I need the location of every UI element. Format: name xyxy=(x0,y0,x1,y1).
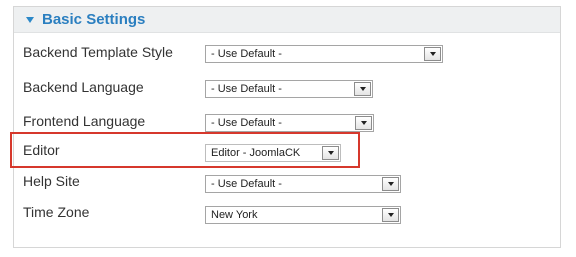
editor-select[interactable]: Editor - JoomlaCK xyxy=(205,144,341,162)
section-title: Basic Settings xyxy=(42,11,146,28)
select-value: - Use Default - xyxy=(211,117,282,129)
backend-template-style-select[interactable]: - Use Default - xyxy=(205,45,443,63)
select-value: - Use Default - xyxy=(211,48,282,60)
chevron-down-icon[interactable] xyxy=(355,116,372,130)
select-value: Editor - JoomlaCK xyxy=(211,147,301,159)
frontend-language-select[interactable]: - Use Default - xyxy=(205,114,374,132)
backend-language-select[interactable]: - Use Default - xyxy=(205,80,373,98)
frontend-language-label: Frontend Language xyxy=(23,113,146,129)
help-site-label: Help Site xyxy=(23,173,80,189)
chevron-down-icon[interactable] xyxy=(424,47,441,61)
chevron-down-icon[interactable] xyxy=(382,208,399,222)
select-value: - Use Default - xyxy=(211,83,282,95)
collapse-caret-icon[interactable] xyxy=(26,16,34,23)
chevron-down-icon[interactable] xyxy=(322,146,339,160)
section-header[interactable]: Basic Settings xyxy=(14,7,560,33)
time-zone-select[interactable]: New York xyxy=(205,206,401,224)
help-site-select[interactable]: - Use Default - xyxy=(205,175,401,193)
time-zone-label: Time Zone xyxy=(23,204,90,220)
select-value: - Use Default - xyxy=(211,178,282,190)
backend-template-style-label: Backend Template Style xyxy=(23,44,173,60)
backend-language-label: Backend Language xyxy=(23,79,144,95)
chevron-down-icon[interactable] xyxy=(382,177,399,191)
editor-label: Editor xyxy=(23,142,60,158)
select-value: New York xyxy=(211,209,258,221)
chevron-down-icon[interactable] xyxy=(354,82,371,96)
